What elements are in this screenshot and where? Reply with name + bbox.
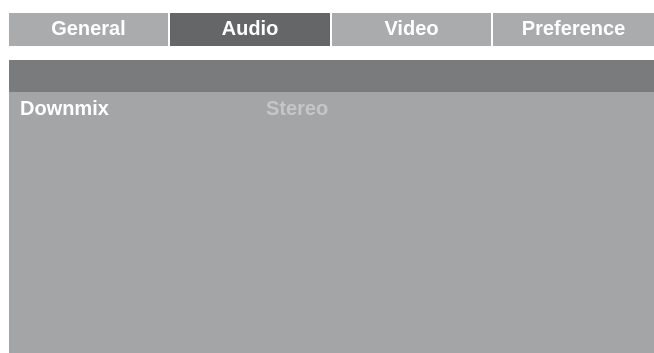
setting-label-downmix: Downmix <box>20 98 109 120</box>
tab-general[interactable]: General <box>9 13 170 46</box>
tab-bar: General Audio Video Preference <box>9 13 654 46</box>
panel-header-bar <box>9 60 654 92</box>
setting-value-downmix[interactable]: Stereo <box>266 98 328 121</box>
tab-audio[interactable]: Audio <box>170 13 332 46</box>
tab-preference[interactable]: Preference <box>493 13 654 46</box>
setting-row-downmix[interactable]: Downmix Stereo <box>9 96 654 128</box>
settings-panel: Downmix Stereo <box>9 60 654 353</box>
tab-video[interactable]: Video <box>332 13 493 46</box>
setup-menu-screen: General Audio Video Preference Downmix S… <box>0 0 654 353</box>
